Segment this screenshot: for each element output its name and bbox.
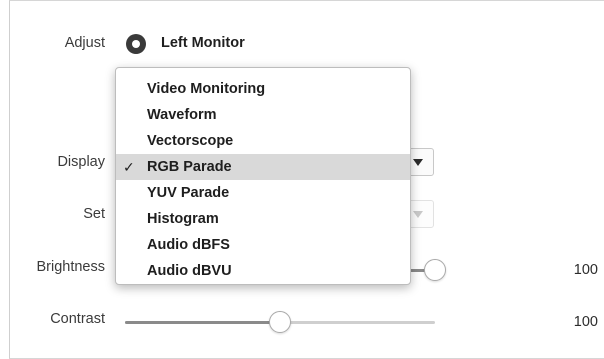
- menu-item-video-monitoring[interactable]: Video Monitoring: [116, 76, 410, 102]
- menu-item-label: YUV Parade: [147, 185, 230, 201]
- left-monitor-option[interactable]: Left Monitor: [161, 35, 245, 51]
- menu-item-label: Vectorscope: [147, 133, 234, 149]
- menu-item-label: Audio dBVU: [147, 263, 232, 279]
- brightness-slider-thumb[interactable]: [424, 259, 446, 281]
- menu-item-label: Audio dBFS: [147, 237, 230, 253]
- checkmark-icon: ✓: [123, 159, 135, 175]
- brightness-label: Brightness: [36, 259, 105, 275]
- menu-item-label: RGB Parade: [147, 159, 232, 175]
- menu-item-histogram[interactable]: Histogram: [116, 206, 410, 232]
- menu-item-audio-dbfs[interactable]: Audio dBFS: [116, 232, 410, 258]
- chevron-down-icon: [413, 211, 423, 218]
- contrast-value: 100: [573, 314, 598, 330]
- radio-selected-icon[interactable]: [126, 34, 146, 54]
- chevron-down-icon: [413, 159, 423, 166]
- set-label: Set: [83, 206, 105, 222]
- menu-item-label: Histogram: [147, 211, 219, 227]
- brightness-value: 100: [573, 262, 598, 278]
- adjust-label: Adjust: [64, 35, 105, 51]
- menu-item-audio-dbvu[interactable]: Audio dBVU: [116, 258, 410, 284]
- menu-item-label: Video Monitoring: [147, 81, 266, 97]
- display-label: Display: [57, 154, 105, 170]
- contrast-label: Contrast: [50, 311, 105, 327]
- contrast-slider-thumb[interactable]: [269, 311, 291, 333]
- contrast-slider-fill: [125, 321, 280, 324]
- menu-item-rgb-parade[interactable]: ✓ RGB Parade: [116, 154, 410, 180]
- menu-item-waveform[interactable]: Waveform: [116, 102, 410, 128]
- menu-item-yuv-parade[interactable]: YUV Parade: [116, 180, 410, 206]
- menu-item-vectorscope[interactable]: Vectorscope: [116, 128, 410, 154]
- display-dropdown-menu: Video Monitoring Waveform Vectorscope ✓ …: [115, 67, 411, 285]
- menu-item-label: Waveform: [147, 107, 217, 123]
